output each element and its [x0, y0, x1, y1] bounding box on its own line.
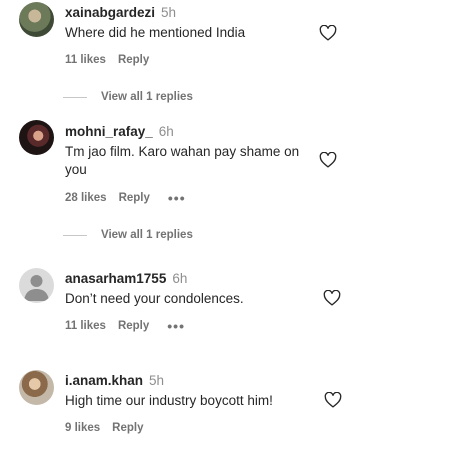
comment-time: 6h [172, 271, 188, 286]
reply-button[interactable]: Reply [118, 54, 149, 66]
username-label[interactable]: mohni_rafay_ [65, 124, 153, 139]
comment-time: 5h [161, 5, 177, 20]
person-silhouette-icon [24, 275, 49, 301]
avatar[interactable] [19, 120, 54, 155]
heart-icon[interactable] [323, 290, 341, 306]
likes-count[interactable]: 11 likes [65, 54, 106, 66]
comment-text: High time our industry boycott him! [65, 393, 273, 408]
comment-text: Where did he mentioned India [65, 25, 246, 40]
comment-time: 6h [158, 124, 174, 139]
reply-button[interactable]: Reply [119, 192, 150, 204]
username-label[interactable]: anasarham1755 [65, 271, 166, 286]
comment-username[interactable]: anasarham1755 6h [65, 271, 187, 286]
reply-button[interactable]: Reply [118, 320, 149, 332]
heart-icon[interactable] [319, 25, 337, 41]
comment-username[interactable]: i.anam.khan 5h [65, 373, 164, 388]
comment-username[interactable]: mohni_rafay_ 6h [65, 124, 174, 139]
view-replies-button[interactable]: View all 1 replies [63, 229, 193, 241]
comment-time: 5h [149, 373, 165, 388]
likes-count[interactable]: 28 likes [65, 192, 107, 204]
replies-divider [63, 234, 87, 236]
avatar[interactable] [19, 370, 54, 405]
heart-icon[interactable] [324, 392, 342, 408]
comment-username[interactable]: xainabgardezi 5h [65, 5, 176, 20]
username-label[interactable]: i.anam.khan [65, 373, 143, 388]
view-replies-button[interactable]: View all 1 replies [63, 91, 193, 103]
avatar[interactable] [19, 268, 54, 303]
avatar[interactable] [19, 2, 54, 37]
username-label[interactable]: xainabgardezi [65, 5, 155, 20]
likes-count[interactable]: 11 likes [65, 320, 106, 332]
reply-button[interactable]: Reply [112, 422, 143, 434]
comment-text: Don’t need your condolences. [65, 291, 244, 306]
view-replies-label[interactable]: View all 1 replies [101, 229, 193, 241]
replies-divider [63, 96, 87, 98]
comment-text: Tm jao film. Karo wahan pay shame on you [65, 144, 300, 177]
more-options-icon[interactable]: ••• [167, 319, 185, 333]
likes-count[interactable]: 9 likes [65, 422, 100, 434]
heart-icon[interactable] [319, 152, 337, 168]
view-replies-label[interactable]: View all 1 replies [101, 91, 193, 103]
more-options-icon[interactable]: ••• [168, 191, 186, 205]
